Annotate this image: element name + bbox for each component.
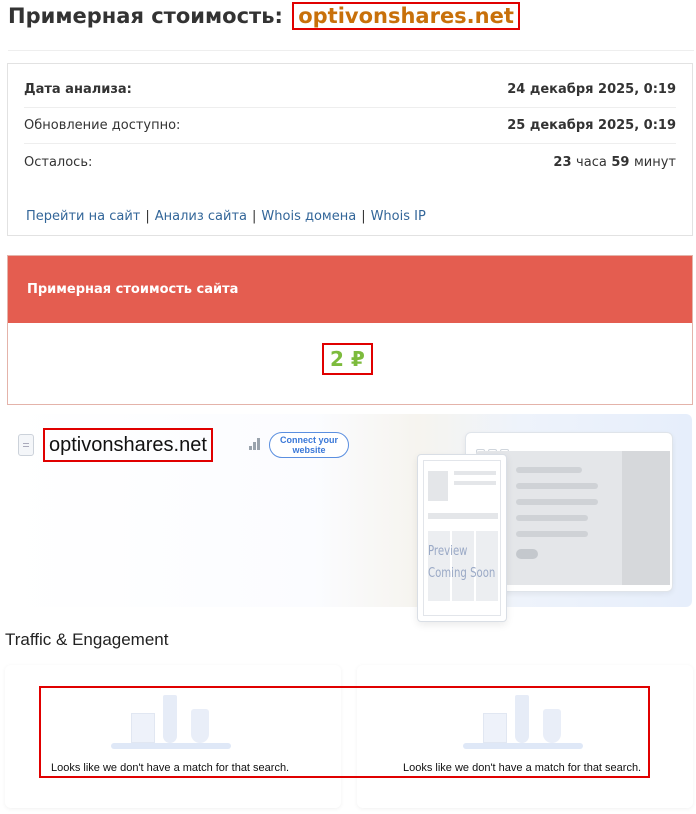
site-links: Перейти на сайт | Анализ сайта | Whois домен…: [26, 209, 426, 224]
analysis-date-label: Дата анализа:: [24, 82, 132, 97]
analysis-date-row: Дата анализа: 24 декабря 2025, 0:19: [24, 72, 676, 108]
mobile-preview-illustration: Preview Coming Soon: [417, 454, 507, 622]
site-value-header: Примерная стоимость сайта: [8, 256, 692, 323]
link-whois-ip[interactable]: Whois IP: [371, 209, 426, 224]
link-whois-domain[interactable]: Whois домена: [261, 209, 356, 224]
site-value-card: Примерная стоимость сайта 2 ₽: [7, 255, 693, 405]
update-available-label: Обновление доступно:: [24, 118, 181, 133]
link-separator: |: [145, 209, 150, 224]
lab-illustration-icon: [463, 691, 583, 749]
similarweb-domain: optivonshares.net: [43, 428, 213, 462]
page-title-prefix: Примерная стоимость:: [8, 4, 283, 28]
no-match-message: Looks like we don't have a match for tha…: [403, 762, 642, 774]
minutes-value: 59: [611, 154, 630, 170]
time-remaining-value: 23 часа 59 минут: [553, 155, 676, 170]
page-title-domain: optivonshares.net: [292, 2, 520, 30]
site-value-price: 2 ₽: [322, 343, 373, 375]
page-title: Примерная стоимость: optivonshares.net: [8, 2, 520, 30]
link-go-to-site[interactable]: Перейти на сайт: [26, 209, 140, 224]
traffic-empty-card: Looks like we don't have a match for tha…: [5, 665, 341, 808]
traffic-engagement-title: Traffic & Engagement: [5, 630, 169, 649]
update-available-row: Обновление доступно: 25 декабря 2025, 0:…: [24, 108, 676, 144]
analysis-info-card: Дата анализа: 24 декабря 2025, 0:19 Обно…: [7, 63, 693, 236]
title-divider: [8, 50, 694, 51]
preview-text-line1: Preview: [428, 544, 468, 559]
hours-value: 23: [553, 154, 572, 170]
connect-website-button[interactable]: Connect your website: [269, 432, 349, 458]
time-remaining-row: Осталось: 23 часа 59 минут: [24, 144, 676, 180]
update-available-value: 25 декабря 2025, 0:19: [507, 118, 676, 133]
link-site-analysis[interactable]: Анализ сайта: [155, 209, 247, 224]
preview-text-line2: Coming Soon: [428, 566, 496, 581]
preview-coming-soon-text: Preview Coming Soon: [428, 541, 495, 585]
minutes-unit: минут: [633, 154, 676, 170]
traffic-empty-card: Looks like we don't have a match for tha…: [357, 665, 693, 808]
no-match-message: Looks like we don't have a match for tha…: [51, 762, 290, 774]
link-separator: |: [252, 209, 257, 224]
time-remaining-label: Осталось:: [24, 154, 93, 170]
lab-illustration-icon: [111, 691, 231, 749]
bar-chart-icon: [249, 438, 263, 450]
link-separator: |: [361, 209, 366, 224]
analysis-date-value: 24 декабря 2025, 0:19: [507, 82, 676, 97]
document-icon: [18, 434, 34, 456]
hours-unit: часа: [576, 154, 607, 170]
